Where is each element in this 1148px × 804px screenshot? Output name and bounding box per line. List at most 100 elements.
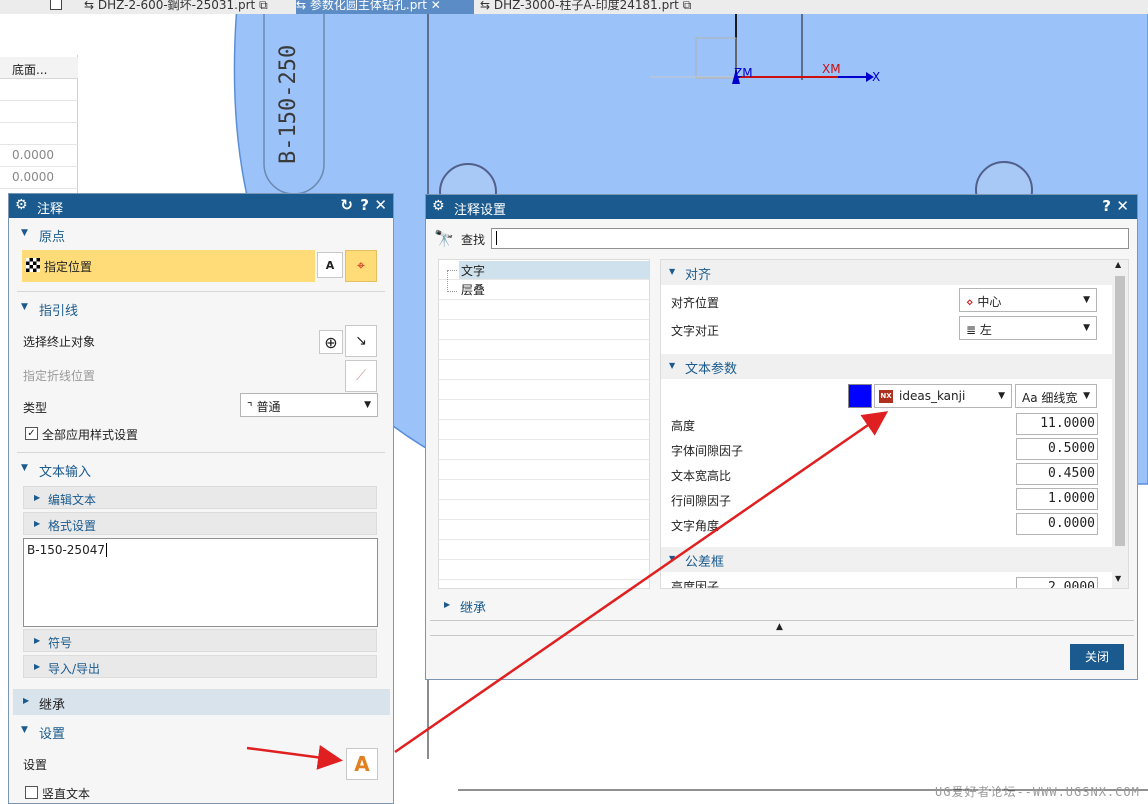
help-icon[interactable]: ? [1102, 197, 1111, 215]
section-text-input[interactable]: ▼ 文本输入 [17, 457, 385, 481]
close-icon[interactable]: ✕ [1116, 197, 1129, 215]
line-space-factor-input[interactable]: 1.0000 [1016, 488, 1098, 510]
import-export-group[interactable]: ▶ 导入/导出 [23, 655, 377, 678]
expand-icon: ▶ [34, 519, 41, 528]
apply-all-styles-checkbox[interactable]: ✓ [25, 427, 38, 440]
leader-select-icon[interactable]: ↘ [345, 325, 377, 357]
annotation-text-area[interactable]: B-150-25047 [23, 538, 378, 627]
link-icon: ⇆ [480, 0, 494, 12]
symbols-group[interactable]: ▶ 符号 [23, 629, 377, 652]
height-factor-label: 高度因子 [671, 580, 720, 588]
aspect-ratio-input[interactable]: 0.4500 [1016, 463, 1098, 485]
reset-icon[interactable]: ↻ [340, 196, 353, 214]
annotation-style-icon[interactable]: A [346, 748, 378, 780]
height-factor-row: 高度因子 2.0000 [661, 575, 1113, 588]
dialog-title: 注释 [37, 202, 64, 217]
section-inherit[interactable]: ▶ 继承 [434, 594, 1130, 616]
grid-cell[interactable] [0, 101, 78, 123]
settings-scrollbar[interactable]: ▲ ▼ [1112, 260, 1128, 588]
line-width-select[interactable]: Aa 细线宽 ▼ [1015, 384, 1097, 408]
font-select[interactable]: NX ideas_kanji ▼ [874, 384, 1012, 408]
scrollbar-thumb[interactable] [1115, 276, 1125, 546]
char-space-factor-input[interactable]: 0.5000 [1016, 438, 1098, 460]
chevron-down-icon: ▼ [998, 391, 1005, 401]
column-header[interactable]: 底面... [0, 57, 78, 79]
axis-xm-label: XM [822, 62, 841, 76]
file-tab-1-label: DHZ-2-600-鋼坏-25031.prt [97, 0, 256, 12]
height-factor-input[interactable]: 2.0000 [1016, 577, 1098, 588]
file-tab-1[interactable]: ⇆ DHZ-2-600-鋼坏-25031.prt ⧉ [84, 0, 284, 14]
section-origin[interactable]: ▼ 原点 [17, 222, 385, 246]
tree-item-text-label: 文字 [461, 264, 486, 278]
expand-icon: ▶ [34, 636, 41, 645]
section-align[interactable]: ▼ 对齐 [661, 260, 1113, 285]
format-settings-group[interactable]: ▶ 格式设置 [23, 512, 377, 535]
scroll-down-icon[interactable]: ▼ [1115, 574, 1121, 583]
align-position-label: 对齐位置 [671, 296, 720, 310]
section-inherit-label: 继承 [460, 601, 487, 616]
char-space-factor-label: 字体间隙因子 [671, 444, 744, 458]
collapse-up-icon[interactable]: ▲ [776, 622, 783, 632]
chevron-down-icon: ▼ [1083, 323, 1090, 333]
text-angle-label: 文字角度 [671, 519, 720, 533]
section-inherit[interactable]: ▶ 继承 [13, 689, 390, 715]
annotation-dialog: ⚙ 注释 ↻ ? ✕ ▼ 原点 指定位置 A ⌖ ▼ 指引线 选择终止对象 ⊕ … [8, 193, 394, 804]
annotation-dialog-titlebar[interactable]: ⚙ 注释 ↻ ? ✕ [9, 194, 393, 218]
section-tolerance-frame[interactable]: ▼ 公差框 [661, 547, 1113, 572]
jog-point-icon[interactable]: ⟋ [345, 360, 377, 392]
type-select[interactable]: ⌝ 普通 ▼ [240, 393, 378, 417]
align-position-select[interactable]: ⋄ 中心 ▼ [959, 288, 1097, 312]
axis-zm-label: ZM [734, 66, 753, 80]
settings-dialog-titlebar[interactable]: ⚙ 注释设置 ? ✕ [426, 195, 1137, 219]
grid-cell[interactable] [0, 123, 78, 145]
grid-cell[interactable] [0, 79, 78, 101]
collapse-icon: ▼ [21, 725, 28, 735]
scroll-up-icon[interactable]: ▲ [1115, 260, 1121, 269]
grid-cell[interactable]: 0.0000 [0, 167, 78, 189]
type-value: 普通 [256, 400, 281, 414]
section-origin-label: 原点 [39, 230, 66, 245]
file-tab-bar: ⇆ DHZ-2-600-鋼坏-25031.prt ⧉ ⇆ 参数化圆主体钻孔.pr… [0, 0, 1148, 14]
collapse-bar[interactable]: ▲ [430, 620, 1134, 636]
link-icon: ⇆ [296, 0, 310, 12]
format-settings-label: 格式设置 [48, 519, 97, 533]
collapse-icon: ▼ [21, 463, 28, 473]
close-button[interactable]: 关闭 [1070, 644, 1124, 670]
origin-tool-icon[interactable]: A [317, 252, 343, 278]
window-checkbox[interactable] [50, 0, 62, 10]
section-leader[interactable]: ▼ 指引线 [17, 296, 385, 320]
close-icon[interactable]: ✕ [427, 0, 441, 12]
line-space-factor-label: 行间隙因子 [671, 494, 732, 508]
part-label-text: B-150-250 [276, 44, 301, 164]
part-navigator-grid: 底面... 0.0000 0.0000 [0, 55, 78, 195]
find-input[interactable] [491, 228, 1129, 249]
line-width-value: 细线宽 [1041, 391, 1078, 405]
line-width-icon: Aa [1022, 391, 1038, 405]
file-tab-3[interactable]: ⇆ DHZ-3000-柱子A-印度24181.prt ⧉ [480, 0, 720, 14]
close-icon[interactable]: ✕ [374, 196, 387, 214]
part-label[interactable]: B-150-250 [258, 39, 318, 179]
specify-location-row[interactable]: 指定位置 [22, 250, 315, 282]
grid-cell[interactable]: 0.0000 [0, 145, 78, 167]
annotation-text-value: B-150-25047 [27, 543, 105, 557]
text-color-swatch[interactable] [848, 384, 872, 408]
section-settings[interactable]: ▼ 设置 [17, 719, 385, 743]
chevron-down-icon: ▼ [1083, 295, 1090, 305]
help-icon[interactable]: ? [360, 196, 369, 214]
add-object-icon[interactable]: ⊕ [319, 330, 343, 354]
text-angle-input[interactable]: 0.0000 [1016, 513, 1098, 535]
settings-label: 设置 [23, 758, 48, 772]
tree-item-stack[interactable]: 层叠 [459, 281, 485, 298]
collapse-icon: ▼ [669, 267, 676, 276]
vertical-text-checkbox[interactable] [25, 786, 38, 799]
point-dialog-icon[interactable]: ⌖ [345, 250, 377, 282]
link-icon: ⇆ [84, 0, 98, 12]
file-tab-2[interactable]: ⇆ 参数化圆主体钻孔.prt ✕ [296, 0, 474, 14]
edit-text-group[interactable]: ▶ 编辑文本 [23, 486, 377, 509]
height-input[interactable]: 11.0000 [1016, 413, 1098, 435]
section-text-params[interactable]: ▼ 文本参数 [661, 354, 1113, 379]
specify-location-label: 指定位置 [44, 260, 93, 274]
popout-icon: ⧉ [255, 0, 268, 12]
tree-item-text[interactable]: 文字 [459, 261, 649, 279]
text-justify-select[interactable]: ≣ 左 ▼ [959, 316, 1097, 340]
